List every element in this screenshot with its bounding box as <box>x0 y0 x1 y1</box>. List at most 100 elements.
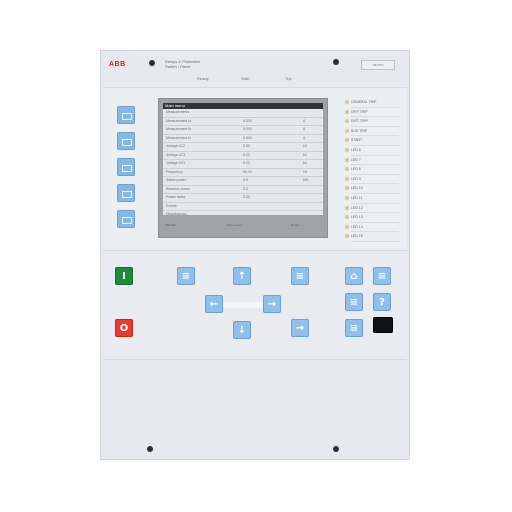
menu-icon: ≡ <box>377 271 387 282</box>
lock-icon: ≡ <box>349 323 359 334</box>
lcd-row-unit: kV <box>303 152 308 157</box>
lock-key[interactable]: ≡ <box>345 319 363 337</box>
ready-led-label: Ready <box>197 76 209 81</box>
lcd-row-name: Voltage U31 <box>166 161 186 165</box>
open-symbol-icon: I <box>122 271 126 282</box>
lcd-row[interactable]: Events <box>163 203 323 211</box>
lcd-row-value: 50.00 <box>243 169 252 174</box>
keypad-area: I O ≡ ↑ ≡ ← → ↓ → ⌂ ≡ ≡ ? ≡ <box>103 253 407 357</box>
function-key-3[interactable] <box>117 158 135 176</box>
lcd-status-device: REL650 <box>165 223 176 227</box>
lcd-row[interactable]: Measurement Ib 0.000 A <box>163 126 323 135</box>
led-indicator-label: LED 13 <box>345 213 399 223</box>
lcd-row-name: Measurement Ib <box>166 127 192 131</box>
menu-key-3[interactable]: ≡ <box>373 267 391 285</box>
menu-icon: ≡ <box>181 271 191 282</box>
menu-key-2[interactable]: ≡ <box>291 267 309 285</box>
screw-icon <box>147 446 153 452</box>
lcd-row-value: 0.00 <box>243 195 250 199</box>
function-key-4[interactable] <box>117 184 135 202</box>
home-icon: ⌂ <box>350 271 358 282</box>
menu-icon: ≡ <box>349 297 359 308</box>
led-indicator-label: LED 10 <box>345 184 399 194</box>
lcd-row[interactable]: Voltage U12 0.00 kV <box>163 143 323 152</box>
screw-icon <box>149 60 155 66</box>
menu-key-1[interactable]: ≡ <box>177 267 195 285</box>
function-key-5[interactable] <box>117 210 135 228</box>
lcd-status-bar: REL650 Main menu Ready <box>163 217 323 233</box>
led-indicator-label: START <box>345 136 399 146</box>
function-key-1[interactable] <box>117 106 135 124</box>
lcd-row-value: 0.0 <box>243 178 248 182</box>
led-indicator-label: LED 7 <box>345 156 399 166</box>
led-indicator-list: GENERAL TRIP DIFF TRIP DIST TRIP BUS TRIP ST… <box>345 98 399 242</box>
lcd-row[interactable]: Frequency 50.00 Hz <box>163 169 323 177</box>
enter-icon: → <box>295 323 305 334</box>
lcd-row[interactable]: Measurements <box>163 109 323 118</box>
home-key[interactable]: ⌂ <box>345 267 363 285</box>
lcd-row-unit: kV <box>303 161 308 165</box>
help-key[interactable]: ? <box>373 293 391 311</box>
lcd-row[interactable]: Disturbances <box>163 211 323 215</box>
lcd-row-name: Frequency <box>166 169 183 174</box>
menu-icon: ≡ <box>295 271 305 282</box>
header-strip: ABB Relays & Protection Switch / Panel R… <box>101 51 409 85</box>
led-indicator-label: LED 12 <box>345 204 399 214</box>
lcd-row-value: 0.000 <box>243 118 252 123</box>
arrow-up-icon: ↑ <box>237 271 247 282</box>
maker-label: Relays & Protection Switch / Panel <box>165 59 200 69</box>
close-breaker-button[interactable]: I <box>115 267 133 285</box>
lcd-row[interactable]: Active power 0.0 kW <box>163 177 323 186</box>
lcd-row-name: Power factor <box>166 195 186 199</box>
lcd-row-name: Measurements <box>166 110 190 114</box>
lcd-row[interactable]: Voltage U31 0.00 kV <box>163 160 323 169</box>
lcd-row-name: Measurement Ia <box>166 118 192 123</box>
lcd-row-unit: Hz <box>303 169 308 174</box>
lcd-row-value: 0.0 <box>243 186 248 191</box>
enter-key[interactable]: → <box>291 319 309 337</box>
led-indicator-label: LED 8 <box>345 165 399 175</box>
lcd-row-unit: kW <box>303 178 309 182</box>
lcd-row[interactable]: Voltage U23 0.00 kV <box>163 152 323 160</box>
led-indicator-label: LED 6 <box>345 146 399 156</box>
lcd-row-unit: A <box>303 118 306 123</box>
led-indicator-label: LED 14 <box>345 223 399 233</box>
menu-key-4[interactable]: ≡ <box>345 293 363 311</box>
lcd-frame: Main menu Measurements Measurement Ia 0.00… <box>158 98 328 238</box>
down-key[interactable]: ↓ <box>233 321 251 339</box>
lcd-row[interactable]: Measurement Ic 0.000 A <box>163 135 323 143</box>
left-key[interactable]: ← <box>205 295 223 313</box>
lcd-row[interactable]: Measurement Ia 0.000 A <box>163 118 323 126</box>
lcd-row[interactable]: Power factor 0.00 <box>163 194 323 203</box>
lcd-row-name: Active power <box>166 178 187 182</box>
trip-led-label: Trip <box>285 76 292 81</box>
screw-icon <box>333 446 339 452</box>
led-indicator-label: BUS TRIP <box>345 127 399 137</box>
lcd-row-value: 0.00 <box>243 161 250 165</box>
power-off-icon: O <box>119 323 129 334</box>
lcd-row-name: Events <box>166 203 177 208</box>
arrow-left-icon: ← <box>209 299 219 310</box>
lcd-row-name: Voltage U23 <box>166 152 186 157</box>
led-indicator-label: LED 11 <box>345 194 399 204</box>
lcd-row-name: Disturbances <box>166 212 187 215</box>
lcd-row-value: 0.00 <box>243 144 250 148</box>
lcd-status-state: Ready <box>291 223 300 227</box>
function-key-2[interactable] <box>117 132 135 150</box>
lcd-row-name: Measurement Ic <box>166 135 192 140</box>
led-indicator-label: LED 15 <box>345 232 399 242</box>
lcd-row[interactable]: Reactive power 0.0 <box>163 186 323 194</box>
open-breaker-button[interactable]: O <box>115 319 133 337</box>
right-key[interactable]: → <box>263 295 281 313</box>
led-indicator-label: DIFF TRIP <box>345 108 399 118</box>
relay-front-panel: ABB Relays & Protection Switch / Panel R… <box>100 50 410 460</box>
arrow-right-icon: → <box>267 299 277 310</box>
up-key[interactable]: ↑ <box>233 267 251 285</box>
lcd-row-unit: kV <box>303 144 308 148</box>
led-indicator-label: DIST TRIP <box>345 117 399 127</box>
lcd-row-unit: A <box>303 135 306 140</box>
lcd-row-name: Reactive power <box>166 186 191 191</box>
lcd-status-path: Main menu <box>227 223 242 227</box>
arrow-down-icon: ↓ <box>237 325 247 336</box>
led-indicator-label: GENERAL TRIP <box>345 98 399 108</box>
